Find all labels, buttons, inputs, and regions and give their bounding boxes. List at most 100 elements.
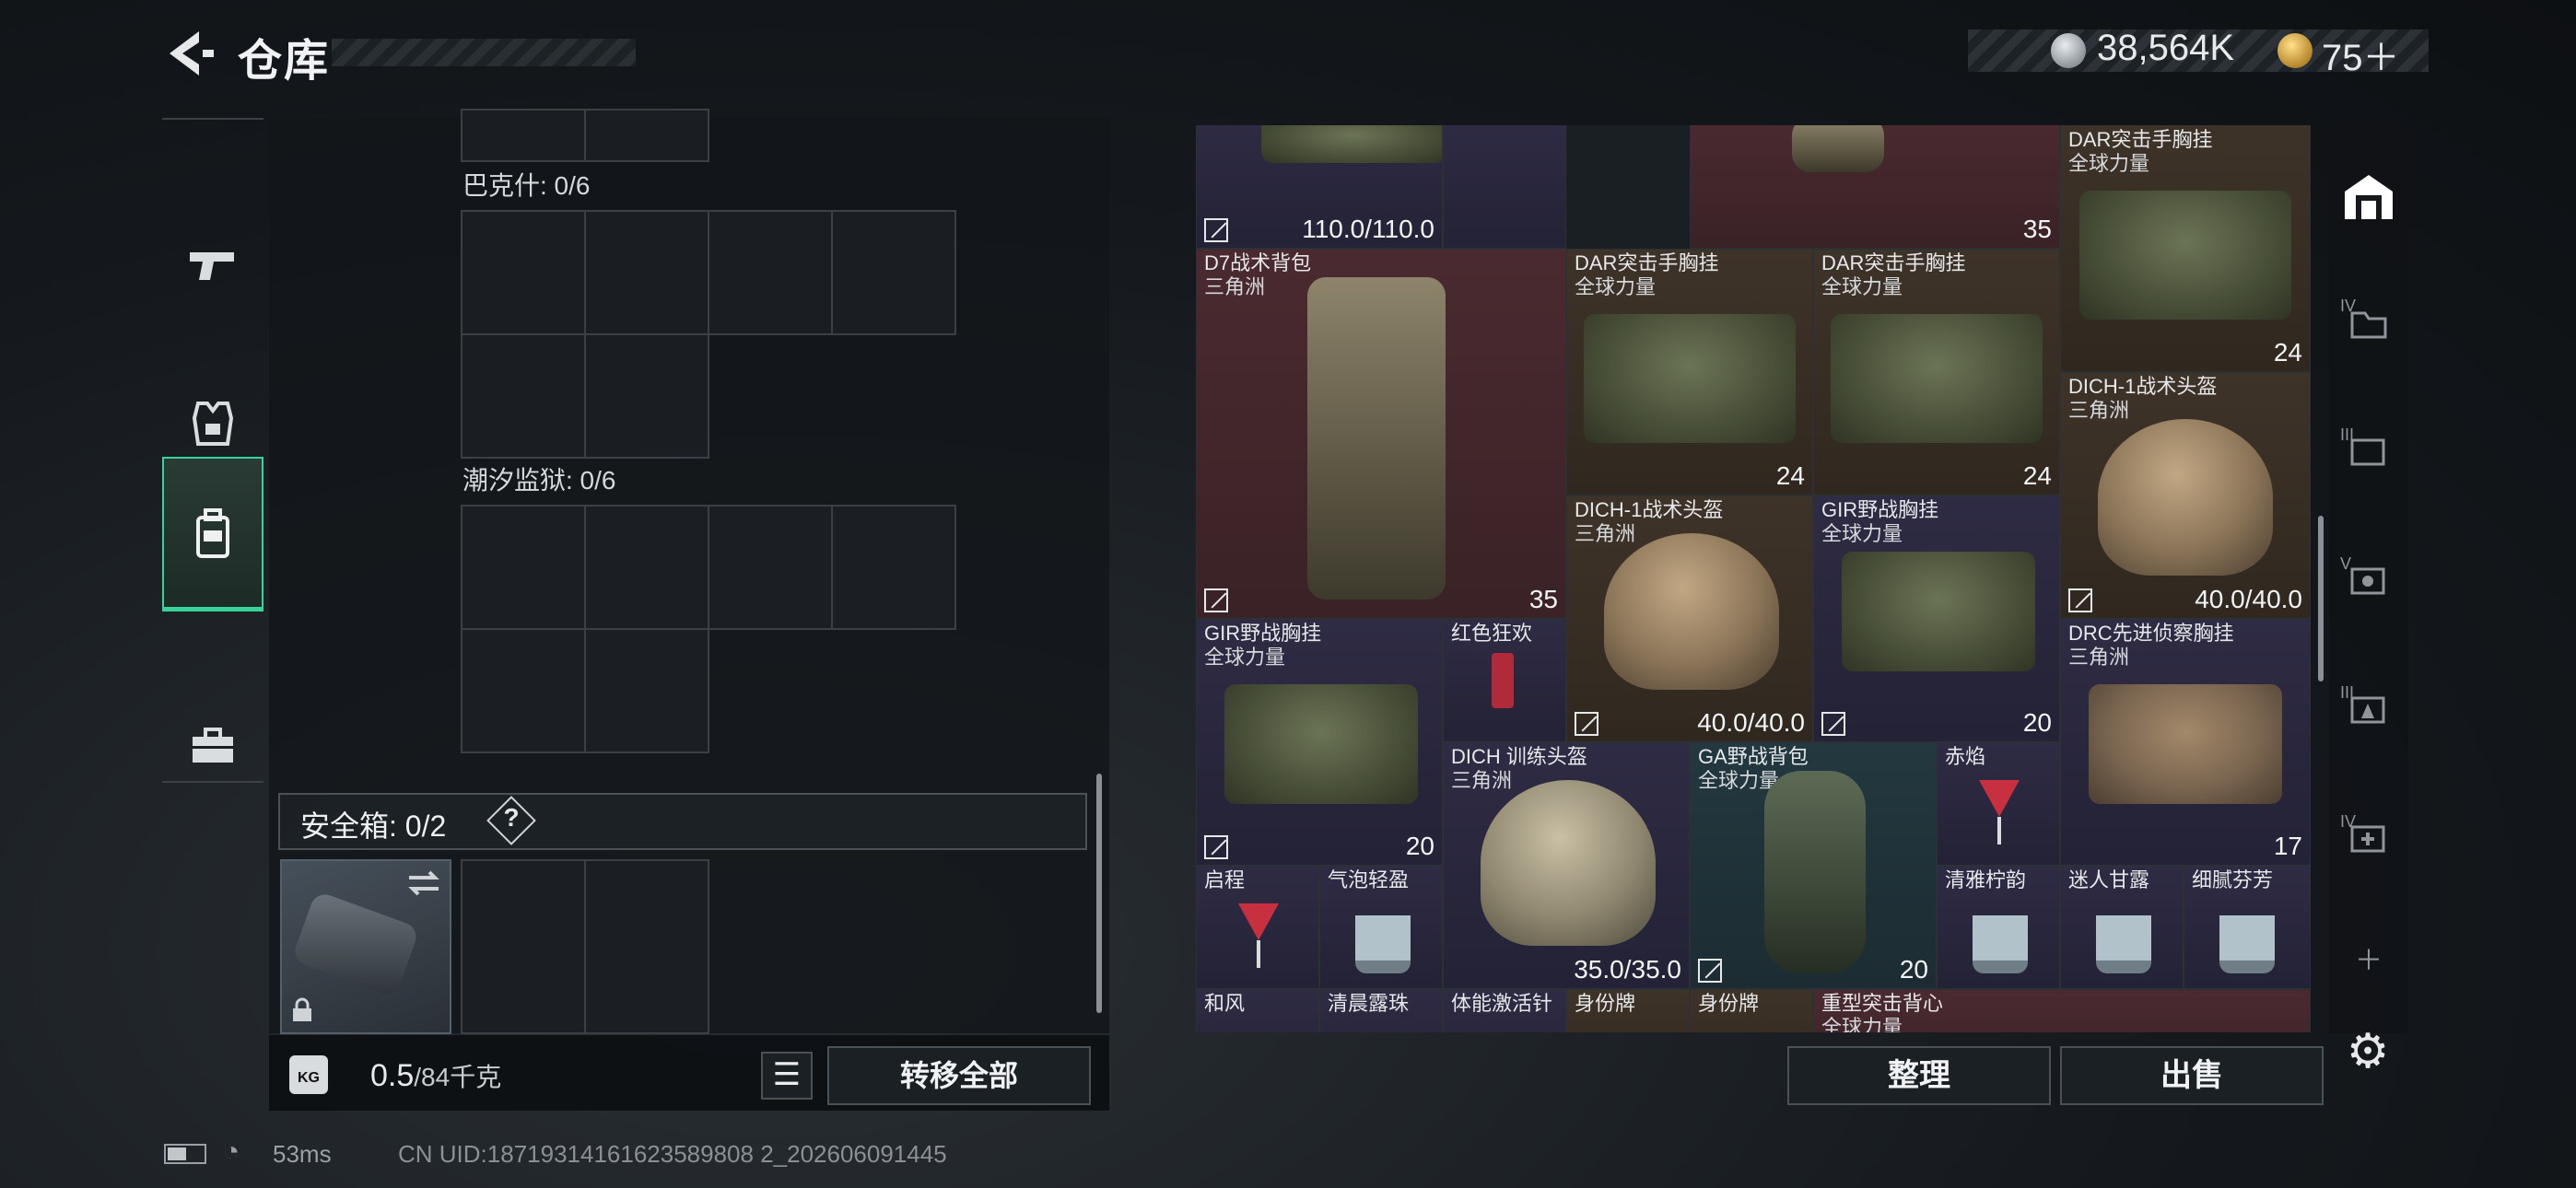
storage-slot[interactable] (708, 505, 833, 630)
item-cell[interactable]: 红色狂欢 (1443, 619, 1566, 742)
storage-slot[interactable] (461, 333, 586, 459)
item-cell[interactable]: DAR突击手胸挂 全球力量 24 (2060, 125, 2311, 372)
rail-item-tier-iv-2[interactable]: IV (2329, 792, 2408, 884)
item-grid-scrollbar[interactable] (2318, 516, 2324, 681)
item-art (1997, 817, 2001, 844)
storage-slot[interactable] (831, 505, 956, 630)
item-cell[interactable]: 体能激活针 (1443, 989, 1566, 1032)
gold-coin-icon (2277, 33, 2313, 68)
item-cell[interactable]: 和风 (1196, 989, 1319, 1032)
gear-icon[interactable]: ⚙ (2340, 1024, 2395, 1079)
item-sub: 三角洲 (1575, 522, 1636, 545)
item-name: 清晨露珠 (1328, 992, 1410, 1015)
item-value: 35 (1528, 585, 1558, 613)
safebox-slot[interactable] (584, 859, 709, 1034)
item-cell[interactable]: 重型突击背心 全球力量 (1813, 989, 2311, 1032)
item-name: DAR突击手胸挂 (1821, 251, 1966, 274)
vest-icon (192, 402, 234, 446)
transfer-all-button[interactable]: 转移全部 (827, 1046, 1091, 1105)
storage-slot[interactable] (584, 109, 709, 162)
item-name: 启程 (1204, 868, 1246, 891)
rail-item-storage[interactable] (2329, 151, 2408, 243)
plus-icon: ＋ (2355, 946, 2383, 976)
item-sub: 全球力量 (1821, 1016, 1903, 1032)
item-value: 35.0/35.0 (1574, 955, 1681, 984)
item-cell[interactable]: GIR野战胸挂 全球力量 20 (1196, 619, 1443, 866)
item-cell[interactable]: 110.0/110.0 (1196, 125, 1443, 249)
item-art (2098, 419, 2273, 576)
storage-slot[interactable] (584, 505, 709, 630)
nav-item-backpack[interactable] (162, 457, 263, 611)
item-name: DICH 训练头盔 (1451, 745, 1587, 768)
item-cell[interactable]: DICH-1战术头盔 三角洲 40.0/40.0 (1566, 495, 1813, 742)
item-cell[interactable]: 身份牌 (1690, 989, 1813, 1032)
item-cell[interactable]: DICH-1战术头盔 三角洲 40.0/40.0 (2060, 372, 2311, 619)
no-insure-icon (1821, 712, 1845, 736)
item-cell[interactable]: 身份牌 (1566, 989, 1690, 1032)
swap-icon[interactable] (407, 870, 440, 896)
storage-slot[interactable] (584, 333, 709, 459)
item-value: 20 (1405, 832, 1434, 860)
item-art (1355, 909, 1411, 973)
item-sub: 三角洲 (1204, 275, 1266, 298)
safebox-case[interactable] (280, 859, 451, 1034)
rail-item-tier-iii-2[interactable]: III (2329, 663, 2408, 755)
no-insure-icon (2068, 588, 2092, 612)
storage-slot[interactable] (708, 210, 833, 335)
item-cell[interactable]: 细腻芬芳 (2184, 866, 2311, 989)
weight-capacity: /84千克 (414, 1063, 502, 1091)
item-cell[interactable]: 清雅柠韵 (1937, 866, 2060, 989)
back-arrow-icon[interactable] (162, 26, 217, 81)
storage-slot[interactable] (461, 505, 586, 630)
tier-label: IV (2340, 812, 2357, 831)
item-cell[interactable]: DRC先进侦察胸挂 三角洲 17 (2060, 619, 2311, 866)
weight-readout: 0.5/84千克 (370, 1057, 501, 1094)
rail-item-tier-iii-1[interactable]: III (2329, 405, 2408, 497)
nav-item-weapons[interactable] (162, 212, 263, 322)
item-cell[interactable] (1443, 125, 1566, 249)
item-cell[interactable]: 赤焰 (1937, 742, 2060, 866)
item-cell[interactable]: D7战术背包 三角洲 35 (1196, 249, 1566, 619)
item-art (1831, 314, 2043, 443)
nav-item-toolbox[interactable] (162, 691, 263, 801)
item-cell[interactable]: GIR野战胸挂 全球力量 20 (1813, 495, 2060, 742)
safebox-label: 安全箱: 0/2 (300, 809, 447, 843)
item-art (1764, 771, 1866, 973)
rail-item-tier-v[interactable]: V (2329, 534, 2408, 626)
item-sub: 全球力量 (1821, 275, 1903, 298)
no-insure-icon (1204, 588, 1228, 612)
item-cell[interactable]: DICH 训练头盔 三角洲 35.0/35.0 (1443, 742, 1690, 989)
sell-button[interactable]: 出售 (2060, 1046, 2324, 1105)
rail-item-tier-iv-1[interactable]: IV (2329, 276, 2408, 368)
storage-slot[interactable] (584, 210, 709, 335)
gear-box-icon (2350, 567, 2385, 595)
tier-label: III (2340, 683, 2355, 702)
safebox-slot[interactable] (461, 859, 586, 1034)
item-cell[interactable]: DAR突击手胸挂 全球力量 24 (1566, 249, 1813, 495)
storage-slot[interactable] (461, 210, 586, 335)
storage-slot[interactable] (584, 628, 709, 753)
item-value: 24 (1775, 461, 1805, 490)
storage-scrollbar[interactable] (1096, 774, 1102, 1013)
help-glyph: ? (503, 803, 520, 832)
item-name: 身份牌 (1575, 992, 1636, 1015)
item-cell[interactable]: 气泡轻盈 (1319, 866, 1443, 989)
safebox-case-art (290, 890, 421, 998)
item-cell[interactable]: DAR突击手胸挂 全球力量 24 (1813, 249, 2060, 495)
storage-slot[interactable] (831, 210, 956, 335)
item-cell[interactable]: 清晨露珠 (1319, 989, 1443, 1032)
storage-slot[interactable] (461, 628, 586, 753)
storage-slot[interactable] (461, 109, 586, 162)
item-cell[interactable]: 启程 (1196, 866, 1319, 989)
item-cell[interactable]: 迷人甘露 (2060, 866, 2184, 989)
item-cell[interactable]: GA野战背包 全球力量 20 (1690, 742, 1937, 989)
item-name: 体能激活针 (1451, 992, 1553, 1015)
item-cell[interactable]: 35 (1690, 125, 2060, 249)
currency-secondary-value[interactable]: 75＋ (2322, 28, 2400, 81)
item-name: DAR突击手胸挂 (1575, 251, 1719, 274)
organize-button[interactable]: 整理 (1787, 1046, 2051, 1105)
item-art (2089, 684, 2282, 804)
left-category-nav (162, 118, 263, 783)
rail-item-add[interactable]: ＋ (2329, 939, 2408, 976)
list-view-button[interactable]: ☰ (761, 1052, 813, 1100)
